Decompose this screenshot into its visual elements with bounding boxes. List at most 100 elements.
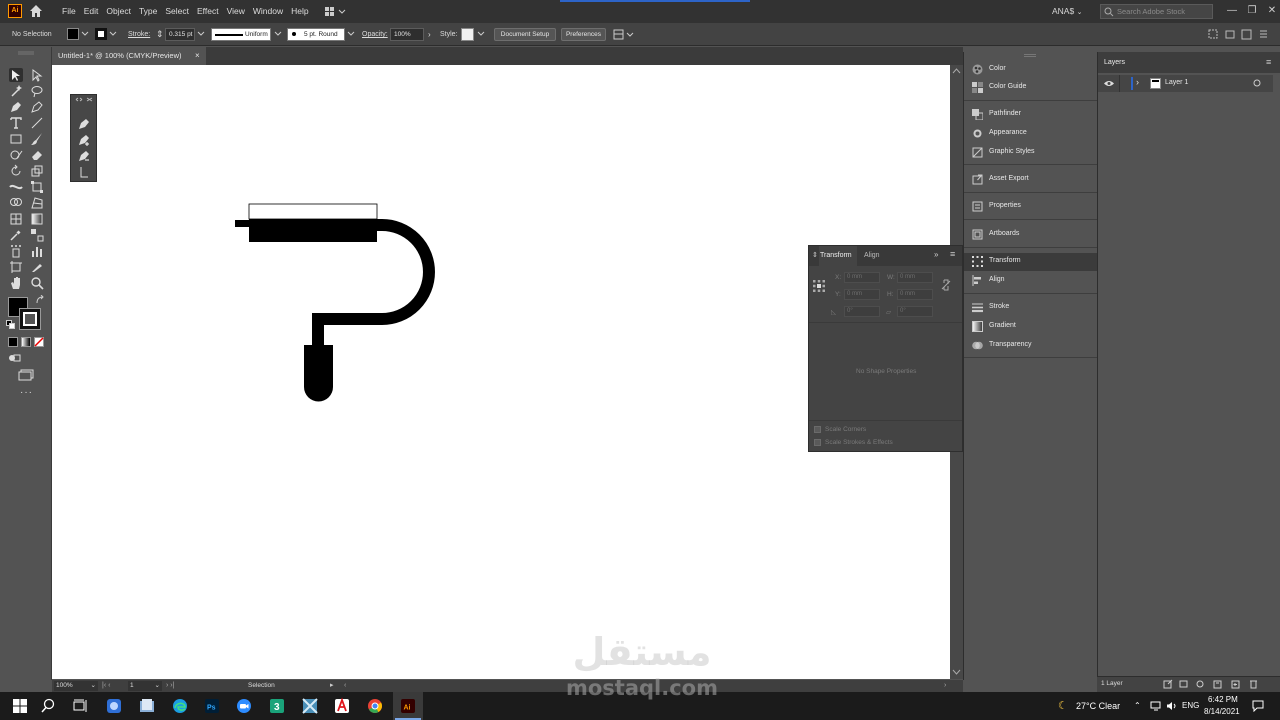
artboard-nav-prev-icon[interactable]: |‹ ‹ bbox=[102, 680, 110, 692]
rectangle-tool[interactable] bbox=[9, 132, 23, 146]
task-view-icon[interactable] bbox=[70, 696, 90, 716]
artboard-tool[interactable] bbox=[9, 260, 23, 274]
none-mode-icon[interactable] bbox=[34, 337, 44, 347]
delete-anchor-point-tool[interactable] bbox=[77, 149, 91, 163]
variable-width-profile[interactable]: Uniform bbox=[211, 28, 271, 41]
stock-search-input[interactable]: Search Adobe Stock bbox=[1100, 4, 1213, 19]
dock-item-color-guide[interactable]: Color Guide bbox=[964, 79, 1097, 97]
dock-item-asset-export[interactable]: Asset Export bbox=[964, 171, 1097, 189]
notifications-icon[interactable] bbox=[1252, 700, 1264, 712]
zoom-tool[interactable] bbox=[30, 276, 44, 290]
y-field[interactable]: 0 mm bbox=[844, 289, 880, 300]
default-colors-icon[interactable] bbox=[6, 320, 15, 329]
graphic-style-swatch[interactable] bbox=[461, 28, 474, 41]
volume-icon[interactable] bbox=[1166, 701, 1178, 711]
edit-toolbar-icon[interactable]: ··· bbox=[20, 387, 33, 398]
pen-tool[interactable] bbox=[9, 100, 23, 114]
flyout-header-icons[interactable] bbox=[75, 97, 93, 102]
dock-item-graphic-styles[interactable]: Graphic Styles bbox=[964, 144, 1097, 162]
zoom-meetings-icon[interactable] bbox=[234, 696, 254, 716]
direct-selection-tool[interactable] bbox=[30, 68, 44, 82]
tab-align[interactable]: Align bbox=[864, 246, 880, 266]
weather-moon-icon[interactable]: ☾ bbox=[1058, 692, 1068, 720]
scroll-up-icon[interactable] bbox=[952, 68, 961, 74]
stroke-color-box[interactable] bbox=[19, 308, 41, 330]
file-manager-icon[interactable] bbox=[137, 696, 157, 716]
close-icon[interactable]: ✕ bbox=[1262, 0, 1280, 22]
gradient-mode-icon[interactable] bbox=[21, 337, 31, 347]
drawing-modes-icon[interactable] bbox=[8, 353, 22, 363]
dock-item-properties[interactable]: Properties bbox=[964, 198, 1097, 216]
roller-outline-rect[interactable] bbox=[248, 203, 378, 220]
network-icon[interactable] bbox=[1150, 701, 1162, 711]
menu-select[interactable]: Select bbox=[161, 0, 193, 23]
zoom-field[interactable]: 100% ⌄ bbox=[54, 681, 98, 691]
curvature-tool[interactable] bbox=[30, 100, 44, 114]
constrain-proportions-icon[interactable] bbox=[941, 279, 951, 291]
acrobat-icon[interactable] bbox=[332, 696, 352, 716]
artboard-number-field[interactable]: 1 ⌄ bbox=[128, 681, 162, 691]
panel-menu-icon[interactable]: ≡ bbox=[1266, 57, 1271, 67]
free-transform-tool[interactable] bbox=[30, 180, 44, 194]
add-anchor-point-tool[interactable] bbox=[77, 133, 91, 147]
roller-end-cap[interactable] bbox=[235, 220, 250, 227]
app-icon-blue[interactable] bbox=[104, 696, 124, 716]
menu-file[interactable]: File bbox=[58, 0, 80, 23]
x-field[interactable]: 0 mm bbox=[844, 272, 880, 283]
weather-text[interactable]: 27°C Clear bbox=[1076, 692, 1120, 720]
shape-builder-tool[interactable] bbox=[9, 196, 23, 210]
scale-tool[interactable] bbox=[30, 164, 44, 178]
search-icon[interactable] bbox=[38, 696, 58, 716]
target-icon[interactable] bbox=[1253, 79, 1261, 87]
width-tool[interactable] bbox=[9, 180, 23, 194]
menu-type[interactable]: Type bbox=[135, 0, 161, 23]
dock-item-gradient[interactable]: Gradient bbox=[964, 318, 1097, 336]
panel-menu-icon[interactable]: ≡ bbox=[950, 249, 955, 259]
chevron-right-icon[interactable]: › bbox=[428, 23, 431, 46]
menu-edit[interactable]: Edit bbox=[80, 0, 103, 23]
blend-tool[interactable] bbox=[30, 228, 44, 242]
edge-browser-icon[interactable] bbox=[170, 696, 190, 716]
type-tool[interactable] bbox=[9, 116, 23, 130]
align-panel-icons[interactable] bbox=[1208, 29, 1268, 40]
height-field[interactable]: 0 mm bbox=[897, 289, 933, 300]
scroll-down-icon[interactable] bbox=[952, 669, 961, 675]
gradient-tool[interactable] bbox=[30, 212, 44, 226]
screen-mode-icon[interactable] bbox=[18, 369, 34, 381]
shaper-tool[interactable] bbox=[9, 148, 23, 162]
stroke-weight-field[interactable]: 0.315 pt bbox=[165, 28, 195, 41]
restore-icon[interactable]: ❐ bbox=[1242, 0, 1262, 22]
opacity-field[interactable]: 100% bbox=[390, 28, 424, 41]
chevron-down-icon[interactable] bbox=[81, 30, 89, 38]
color-mode-icon[interactable] bbox=[8, 337, 18, 347]
layer-name[interactable]: Layer 1 bbox=[1165, 79, 1188, 86]
illustrator-taskbar-icon[interactable]: Ai bbox=[398, 696, 418, 716]
chevron-down-icon[interactable] bbox=[477, 30, 485, 38]
scale-corners-checkbox[interactable] bbox=[814, 426, 821, 433]
eraser-tool[interactable] bbox=[30, 148, 44, 162]
menu-view[interactable]: View bbox=[223, 0, 249, 23]
app-icon-3[interactable]: 3 bbox=[267, 696, 287, 716]
dock-item-artboards[interactable]: Artboards bbox=[964, 226, 1097, 244]
stroke-swatch[interactable] bbox=[95, 28, 107, 40]
user-account[interactable]: ANA$ ⌄ bbox=[1052, 0, 1082, 24]
double-chevron-icon[interactable]: » bbox=[934, 250, 938, 259]
hand-tool[interactable] bbox=[9, 276, 23, 290]
roller-handle-arm[interactable] bbox=[312, 219, 435, 349]
scroll-left-icon[interactable]: ‹ bbox=[344, 680, 346, 692]
opacity-label[interactable]: Opacity: bbox=[362, 23, 388, 46]
slice-tool[interactable] bbox=[30, 260, 44, 274]
home-icon[interactable] bbox=[28, 3, 44, 19]
perspective-grid-tool[interactable] bbox=[30, 196, 44, 210]
stepper-icon[interactable]: ⇕ bbox=[156, 23, 164, 46]
tab-transform[interactable]: Transform bbox=[819, 246, 857, 266]
windows-start-icon[interactable] bbox=[10, 696, 30, 716]
shear-field[interactable]: 0° bbox=[897, 306, 933, 317]
reference-point-icon[interactable] bbox=[813, 280, 825, 292]
scale-strokes-checkbox[interactable] bbox=[814, 439, 821, 446]
close-tab-icon[interactable]: × bbox=[195, 51, 200, 60]
dock-item-align[interactable]: Align bbox=[964, 272, 1097, 290]
eyedropper-tool[interactable] bbox=[9, 228, 23, 242]
status-menu-icon[interactable]: ▸ bbox=[330, 680, 334, 692]
brush-definition[interactable]: 5 pt. Round bbox=[287, 28, 345, 41]
